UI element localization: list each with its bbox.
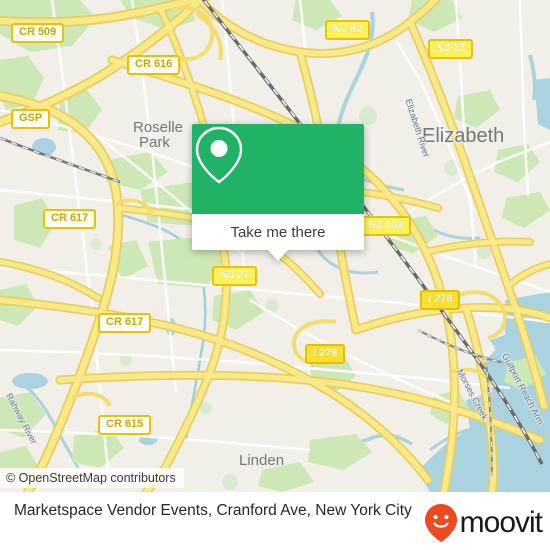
road-shield-i-278-east[interactable]: I 278 [420, 290, 461, 310]
location-callout-card[interactable]: Take me there [192, 124, 364, 261]
map-page: Elizabeth Roselle Park Linden Elizabeth … [0, 0, 550, 550]
callout-tail [268, 250, 288, 261]
map-canvas[interactable]: Elizabeth Roselle Park Linden Elizabeth … [0, 0, 550, 492]
road-shield-gsp[interactable]: GSP [11, 109, 51, 129]
moovit-pin-smile-icon [424, 504, 457, 542]
moovit-logo[interactable]: moovit [424, 503, 543, 543]
road-shield-cr-617-north[interactable]: CR 617 [43, 209, 97, 229]
callout-pin-area [192, 124, 364, 214]
road-shield-cr-616[interactable]: CR 616 [127, 55, 181, 75]
map-attribution: © OpenStreetMap contributors [0, 468, 184, 488]
place-title: Marketspace Vendor Events, Cranford Ave,… [14, 502, 412, 519]
road-shield-nj-27-west[interactable]: NJ 27 [212, 266, 258, 286]
road-shield-nj-439[interactable]: NJ 439 [360, 216, 412, 236]
road-shield-i-278-west[interactable]: I 278 [305, 344, 346, 364]
location-pin-icon [195, 126, 243, 184]
take-me-there-button[interactable]: Take me there [192, 214, 364, 250]
road-shield-cr-509[interactable]: CR 509 [11, 23, 65, 43]
road-shield-cr-617-south[interactable]: CR 617 [98, 313, 152, 333]
road-shield-nj-27-east[interactable]: NJ 27 [428, 39, 474, 59]
road-shield-cr-615[interactable]: CR 615 [98, 415, 152, 435]
moovit-wordmark: moovit [459, 506, 543, 539]
road-shield-nj-82[interactable]: NJ 82 [325, 20, 371, 40]
